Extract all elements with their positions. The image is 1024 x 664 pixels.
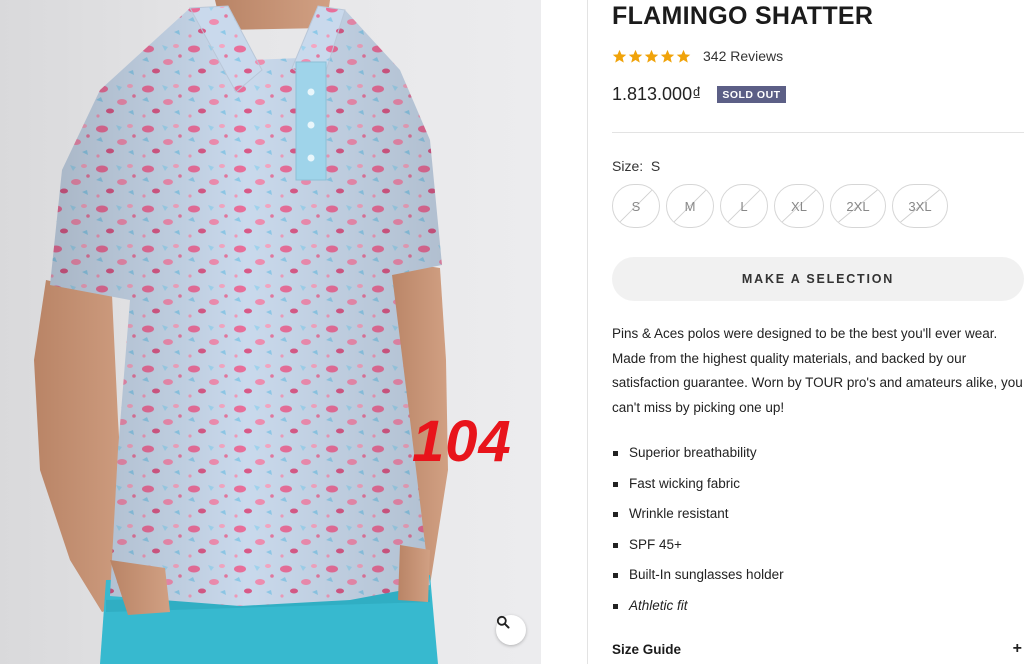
size-option-3xl[interactable]: 3XL	[892, 184, 948, 228]
feature-list: Superior breathability Fast wicking fabri…	[612, 440, 784, 624]
star-icon	[660, 49, 675, 63]
size-label: Size: S	[612, 158, 660, 174]
size-label-text: Size:	[612, 158, 644, 174]
size-option-s[interactable]: S	[612, 184, 660, 228]
star-icon	[612, 49, 627, 63]
size-option-label: S	[631, 198, 641, 214]
product-info: FLAMINGO SHATTER 342 Reviews 1.813.000₫ …	[612, 0, 1024, 664]
reviews-link[interactable]: 342 Reviews	[703, 48, 783, 64]
size-option-2xl[interactable]: 2XL	[830, 184, 886, 228]
product-image[interactable]: 104	[0, 0, 541, 664]
star-icon	[676, 49, 691, 63]
size-option-label: L	[740, 198, 748, 214]
size-option-l[interactable]: L	[720, 184, 768, 228]
make-selection-button[interactable]: MAKE A SELECTION	[612, 257, 1024, 301]
star-icon	[628, 49, 643, 63]
size-option-label: M	[684, 198, 696, 214]
star-rating	[612, 49, 691, 64]
magnifier-icon	[496, 615, 510, 629]
size-option-xl[interactable]: XL	[774, 184, 824, 228]
size-guide-accordion[interactable]: Size Guide +	[612, 640, 1024, 658]
product-title: FLAMINGO SHATTER	[612, 2, 874, 30]
feature-item: Built-In sunglasses holder	[612, 562, 784, 593]
vertical-divider	[587, 0, 588, 664]
watermark-number: 104	[412, 409, 512, 474]
size-options: S M L XL 2XL 3XL	[612, 184, 948, 228]
size-option-label: 3XL	[908, 198, 932, 214]
star-icon	[644, 49, 659, 63]
plus-icon[interactable]: +	[1013, 640, 1022, 658]
feature-item: Athletic fit	[612, 593, 784, 624]
size-option-m[interactable]: M	[666, 184, 714, 228]
size-guide-label: Size Guide	[612, 641, 682, 657]
divider	[612, 132, 1024, 133]
feature-item: Fast wicking fabric	[612, 471, 784, 502]
product-photo	[34, 0, 448, 664]
status-badge: SOLD OUT	[717, 86, 786, 103]
size-option-label: 2XL	[846, 198, 870, 214]
feature-item: Wrinkle resistant	[612, 501, 784, 532]
feature-item: Superior breathability	[612, 440, 784, 471]
selected-size: S	[650, 158, 661, 174]
zoom-button[interactable]	[496, 615, 526, 645]
rating: 342 Reviews	[612, 48, 783, 64]
product-description: Pins & Aces polos were designed to be th…	[612, 326, 1023, 415]
feature-item: SPF 45+	[612, 532, 784, 563]
price-row: 1.813.000₫ SOLD OUT	[612, 84, 786, 105]
size-option-label: XL	[791, 198, 807, 214]
price: 1.813.000₫	[612, 84, 702, 104]
